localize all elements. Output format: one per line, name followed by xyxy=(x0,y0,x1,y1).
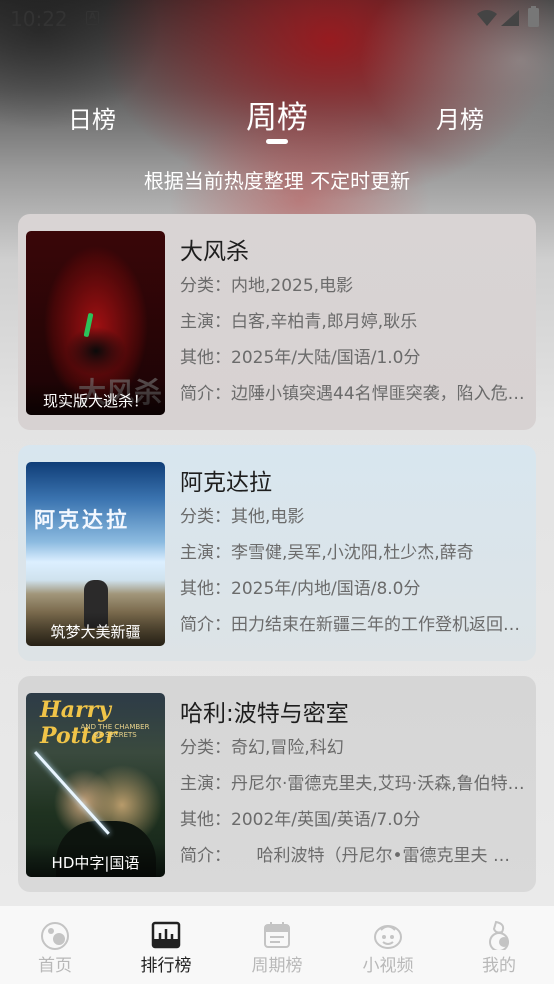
category-value: 奇幻,冒险,科幻 xyxy=(231,738,344,758)
other-label: 其他： xyxy=(180,579,231,599)
movie-info: 大风杀 分类：内地,2025,电影 主演：白客,辛柏青,郎月婷,耿乐 其他：20… xyxy=(180,232,526,411)
poster-art-text: 阿克达拉 xyxy=(34,507,130,532)
a-notification-icon: A xyxy=(86,11,99,25)
movie-cast: 主演：白客,辛柏青,郎月婷,耿乐 xyxy=(180,306,526,339)
nav-home[interactable]: 首页 xyxy=(0,906,110,984)
movie-title[interactable]: 大风杀 xyxy=(180,232,526,265)
ranking-icon xyxy=(151,921,181,949)
calendar-icon xyxy=(264,922,290,948)
movie-cast: 主演：丹尼尔·雷德克里夫,艾玛·沃森,鲁伯特·格林特 xyxy=(180,768,526,801)
battery-icon xyxy=(528,6,539,27)
short-video-icon xyxy=(374,925,402,949)
cast-label: 主演： xyxy=(180,774,231,794)
movie-intro: 简介：边陲小镇突遇44名悍匪突袭，陷入危机…… xyxy=(180,378,526,411)
tab-indicator xyxy=(266,139,288,144)
intro-label: 简介： xyxy=(180,384,231,404)
category-label: 分类： xyxy=(180,276,231,296)
other-value: 2025年/大陆/国语/1.0分 xyxy=(231,348,421,368)
cast-label: 主演： xyxy=(180,543,231,563)
other-label: 其他： xyxy=(180,810,231,830)
status-bar: 10:22 A xyxy=(0,0,554,36)
movie-poster[interactable]: 阿克达拉 筑梦大美新疆 xyxy=(26,462,165,646)
movie-info: 哈利:波特与密室 分类：奇幻,冒险,科幻 主演：丹尼尔·雷德克里夫,艾玛·沃森,… xyxy=(180,694,526,873)
movie-category: 分类：内地,2025,电影 xyxy=(180,270,526,303)
movie-card[interactable]: 阿克达拉 筑梦大美新疆 阿克达拉 分类：其他,电影 主演：李雪健,吴军,小沈阳,… xyxy=(18,445,536,661)
bottom-nav: 首页 排行榜 周期榜 小视频 我的 xyxy=(0,906,554,984)
nav-ranking[interactable]: 排行榜 xyxy=(111,906,221,984)
intro-label: 简介： xyxy=(180,846,223,866)
nav-label: 我的 xyxy=(482,956,516,976)
category-value: 内地,2025,电影 xyxy=(231,276,354,296)
movie-card[interactable]: 大风杀 现实版大逃杀！ 大风杀 分类：内地,2025,电影 主演：白客,辛柏青,… xyxy=(18,214,536,430)
other-label: 其他： xyxy=(180,348,231,368)
ranking-tabs: 日榜 周榜 月榜 xyxy=(0,92,554,152)
poster-art-subtext: AND THE CHAMBER OF SECRETS xyxy=(80,723,150,739)
nav-label: 排行榜 xyxy=(140,956,192,976)
poster-badge: 现实版大逃杀！ xyxy=(26,381,165,415)
poster-badge: HD中字|国语 xyxy=(26,843,165,877)
intro-value: 哈利波特（丹尼尔•雷德克里夫 饰） xyxy=(222,846,526,866)
intro-value: 田力结束在新疆三年的工作登机返回…… xyxy=(231,615,526,635)
nav-profile[interactable]: 我的 xyxy=(444,906,554,984)
movie-intro: 简介：田力结束在新疆三年的工作登机返回…… xyxy=(180,609,526,642)
movie-info: 阿克达拉 分类：其他,电影 主演：李雪健,吴军,小沈阳,杜少杰,薛奇 其他：20… xyxy=(180,463,526,642)
tab-daily[interactable]: 日榜 xyxy=(68,100,116,135)
nav-label: 周期榜 xyxy=(251,956,303,976)
wifi-icon xyxy=(477,10,497,26)
other-value: 2002年/英国/英语/7.0分 xyxy=(231,810,421,830)
nav-label: 小视频 xyxy=(362,956,414,976)
cast-value: 丹尼尔·雷德克里夫,艾玛·沃森,鲁伯特·格林特 xyxy=(231,774,526,794)
status-time: 10:22 xyxy=(10,7,68,31)
movie-intro: 简介： 哈利波特（丹尼尔•雷德克里夫 饰） xyxy=(180,840,526,873)
nav-label: 首页 xyxy=(38,956,72,976)
nav-period-ranking[interactable]: 周期榜 xyxy=(222,906,332,984)
intro-label: 简介： xyxy=(180,615,231,635)
movie-cast: 主演：李雪健,吴军,小沈阳,杜少杰,薛奇 xyxy=(180,537,526,570)
other-value: 2025年/内地/国语/8.0分 xyxy=(231,579,421,599)
cast-label: 主演： xyxy=(180,312,231,332)
poster-badge: 筑梦大美新疆 xyxy=(26,612,165,646)
cast-value: 白客,辛柏青,郎月婷,耿乐 xyxy=(231,312,418,332)
tab-monthly[interactable]: 月榜 xyxy=(436,100,484,135)
ranking-subtitle: 根据当前热度整理 不定时更新 xyxy=(143,169,411,193)
home-icon xyxy=(41,922,69,950)
poster-wand xyxy=(34,750,110,835)
movie-other: 其他：2025年/大陆/国语/1.0分 xyxy=(180,342,526,375)
signal-icon xyxy=(501,10,519,26)
nav-short-video[interactable]: 小视频 xyxy=(333,906,443,984)
tab-weekly[interactable]: 周榜 xyxy=(246,92,308,137)
category-label: 分类： xyxy=(180,738,231,758)
profile-icon xyxy=(489,920,509,950)
cast-value: 李雪健,吴军,小沈阳,杜少杰,薛奇 xyxy=(231,543,474,563)
movie-other: 其他：2025年/内地/国语/8.0分 xyxy=(180,573,526,606)
intro-value: 边陲小镇突遇44名悍匪突袭，陷入危机…… xyxy=(231,384,526,404)
movie-category: 分类：其他,电影 xyxy=(180,501,526,534)
movie-poster[interactable]: 大风杀 现实版大逃杀！ xyxy=(26,231,165,415)
category-label: 分类： xyxy=(180,507,231,527)
movie-category: 分类：奇幻,冒险,科幻 xyxy=(180,732,526,765)
movie-title[interactable]: 阿克达拉 xyxy=(180,463,526,496)
movie-card[interactable]: Harry Potter AND THE CHAMBER OF SECRETS … xyxy=(18,676,536,892)
poster-art xyxy=(83,312,94,338)
movie-other: 其他：2002年/英国/英语/7.0分 xyxy=(180,804,526,837)
category-value: 其他,电影 xyxy=(231,507,305,527)
movie-poster[interactable]: Harry Potter AND THE CHAMBER OF SECRETS … xyxy=(26,693,165,877)
movie-title[interactable]: 哈利:波特与密室 xyxy=(180,694,526,727)
